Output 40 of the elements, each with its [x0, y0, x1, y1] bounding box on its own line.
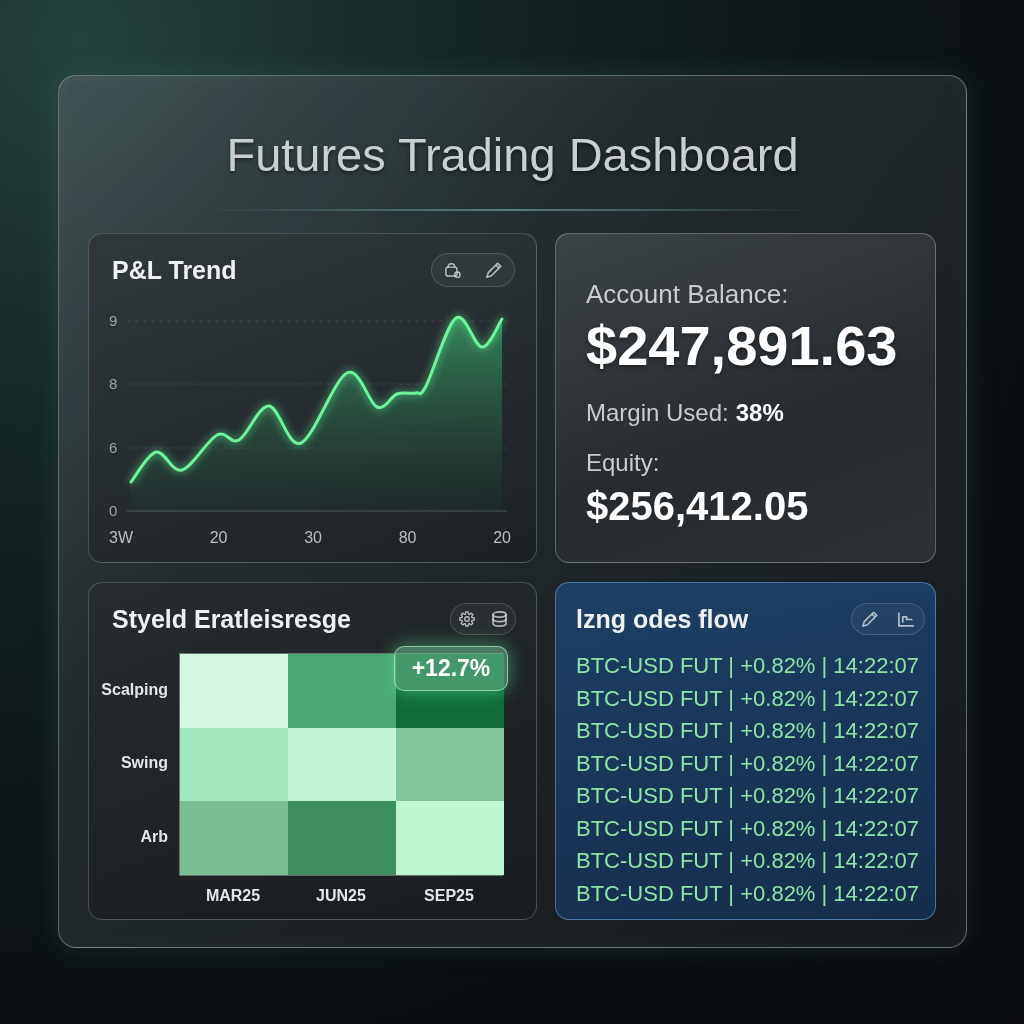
- column-label: JUN25: [316, 886, 366, 905]
- x-axis-label: 20: [209, 529, 228, 547]
- order-entry: BTC-USD FUT | +0.82% | 14:22:07: [576, 814, 919, 843]
- margin-value: 38%: [735, 399, 784, 427]
- y-axis-label: 8: [109, 374, 119, 395]
- order-entry: BTC-USD FUT | +0.82% | 14:22:07: [576, 879, 919, 908]
- x-axis-label: 80: [398, 529, 417, 547]
- y-axis-label: 9: [109, 311, 119, 331]
- column-label: SEP25: [424, 886, 474, 905]
- order-entry: BTC-USD FUT | +0.82% | 14:22:07: [576, 749, 919, 778]
- balance-value: $247,891.63: [586, 314, 898, 378]
- row-label: Swing: [120, 754, 168, 773]
- card-title: lzng odes flow: [576, 604, 749, 634]
- order-entry: BTC-USD FUT | +0.82% | 14:22:07: [576, 847, 919, 875]
- order-entry: BTC-USD FUT | +0.82% | 14:22:07: [576, 717, 919, 745]
- order-entry: BTC-USD FUT | +0.82% | 14:22:07: [576, 782, 919, 810]
- settings-icon[interactable]: [459, 611, 476, 627]
- card-title: Styeld Eratleisresge: [112, 604, 351, 634]
- order-entry: BTC-USD FUT | +0.82% | 14:22:07: [576, 652, 919, 680]
- equity-value: $256,412.05: [586, 483, 809, 529]
- pencil-icon[interactable]: [485, 262, 502, 278]
- y-axis-label: 0: [109, 501, 119, 521]
- equity-label: Equity:: [586, 449, 660, 477]
- margin-label: Margin Used:: [586, 399, 729, 427]
- pencil-icon[interactable]: [862, 611, 878, 627]
- column-label: MAR25: [205, 886, 261, 905]
- chart-icon[interactable]: [898, 611, 914, 627]
- x-axis-label: 3W: [109, 529, 133, 547]
- card-title: P&L Trend: [112, 255, 237, 285]
- x-axis-label: 30: [304, 529, 322, 547]
- row-label: Arb: [140, 828, 168, 847]
- row-label: Scalping: [101, 680, 168, 699]
- balance-label: Account Balance:: [586, 279, 789, 309]
- value-badge: +12.7%: [394, 646, 508, 691]
- lock-icon[interactable]: [444, 262, 461, 278]
- database-icon[interactable]: [491, 611, 507, 627]
- dashboard-title: Futures Trading Dashboard: [226, 128, 799, 182]
- y-axis-label: 6: [109, 437, 119, 458]
- x-axis-label: 20: [493, 529, 511, 547]
- order-entry: BTC-USD FUT | +0.82% | 14:22:07: [576, 684, 919, 713]
